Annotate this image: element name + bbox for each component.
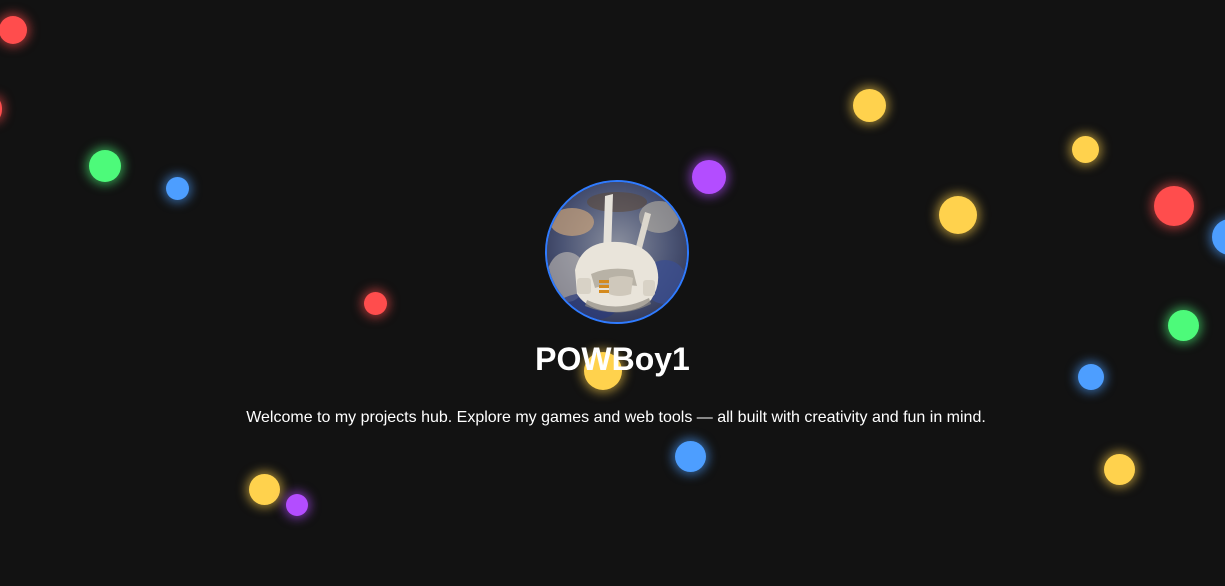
username-heading: POWBoy1 [535, 341, 690, 377]
robot-head-avatar-icon [547, 182, 687, 322]
hub-page: POWBoy1 Welcome to my projects hub. Expl… [0, 0, 1225, 586]
avatar [545, 180, 689, 324]
profile-section: POWBoy1 Welcome to my projects hub. Expl… [0, 0, 1225, 586]
welcome-tagline: Welcome to my projects hub. Explore my g… [246, 409, 986, 426]
